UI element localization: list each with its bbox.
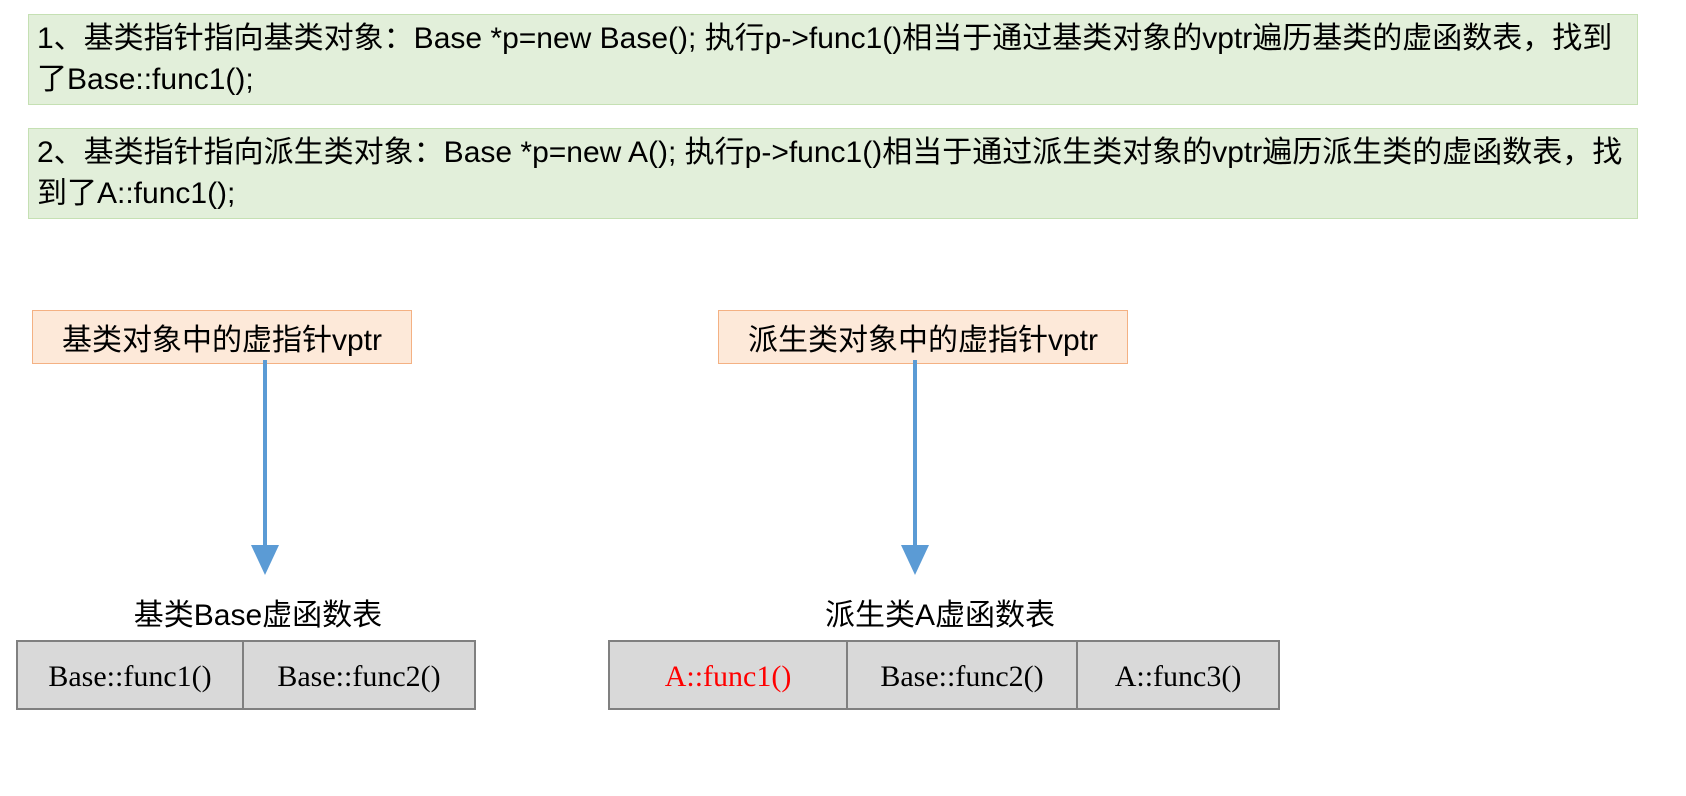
arrow-base-icon <box>245 360 285 575</box>
derived-vtable-title: 派生类A虚函数表 <box>790 590 1090 634</box>
explanation-block-1: 1、基类指针指向基类对象：Base *p=new Base(); 执行p->fu… <box>28 14 1638 105</box>
derived-vtable: A::func1() Base::func2() A::func3() <box>608 640 1280 710</box>
derived-vtable-cell: A::func3() <box>1078 642 1278 708</box>
base-vtable-cell: Base::func2() <box>244 642 474 708</box>
derived-vtable-cell: A::func1() <box>610 642 848 708</box>
explanation-block-2: 2、基类指针指向派生类对象：Base *p=new A(); 执行p->func… <box>28 128 1638 219</box>
base-vtable: Base::func1() Base::func2() <box>16 640 476 710</box>
base-vtable-cell: Base::func1() <box>18 642 244 708</box>
derived-vptr-label: 派生类对象中的虚指针vptr <box>718 310 1128 364</box>
base-vtable-title: 基类Base虚函数表 <box>108 590 408 634</box>
derived-vtable-cell: Base::func2() <box>848 642 1078 708</box>
arrow-derived-icon <box>895 360 935 575</box>
base-vptr-label: 基类对象中的虚指针vptr <box>32 310 412 364</box>
